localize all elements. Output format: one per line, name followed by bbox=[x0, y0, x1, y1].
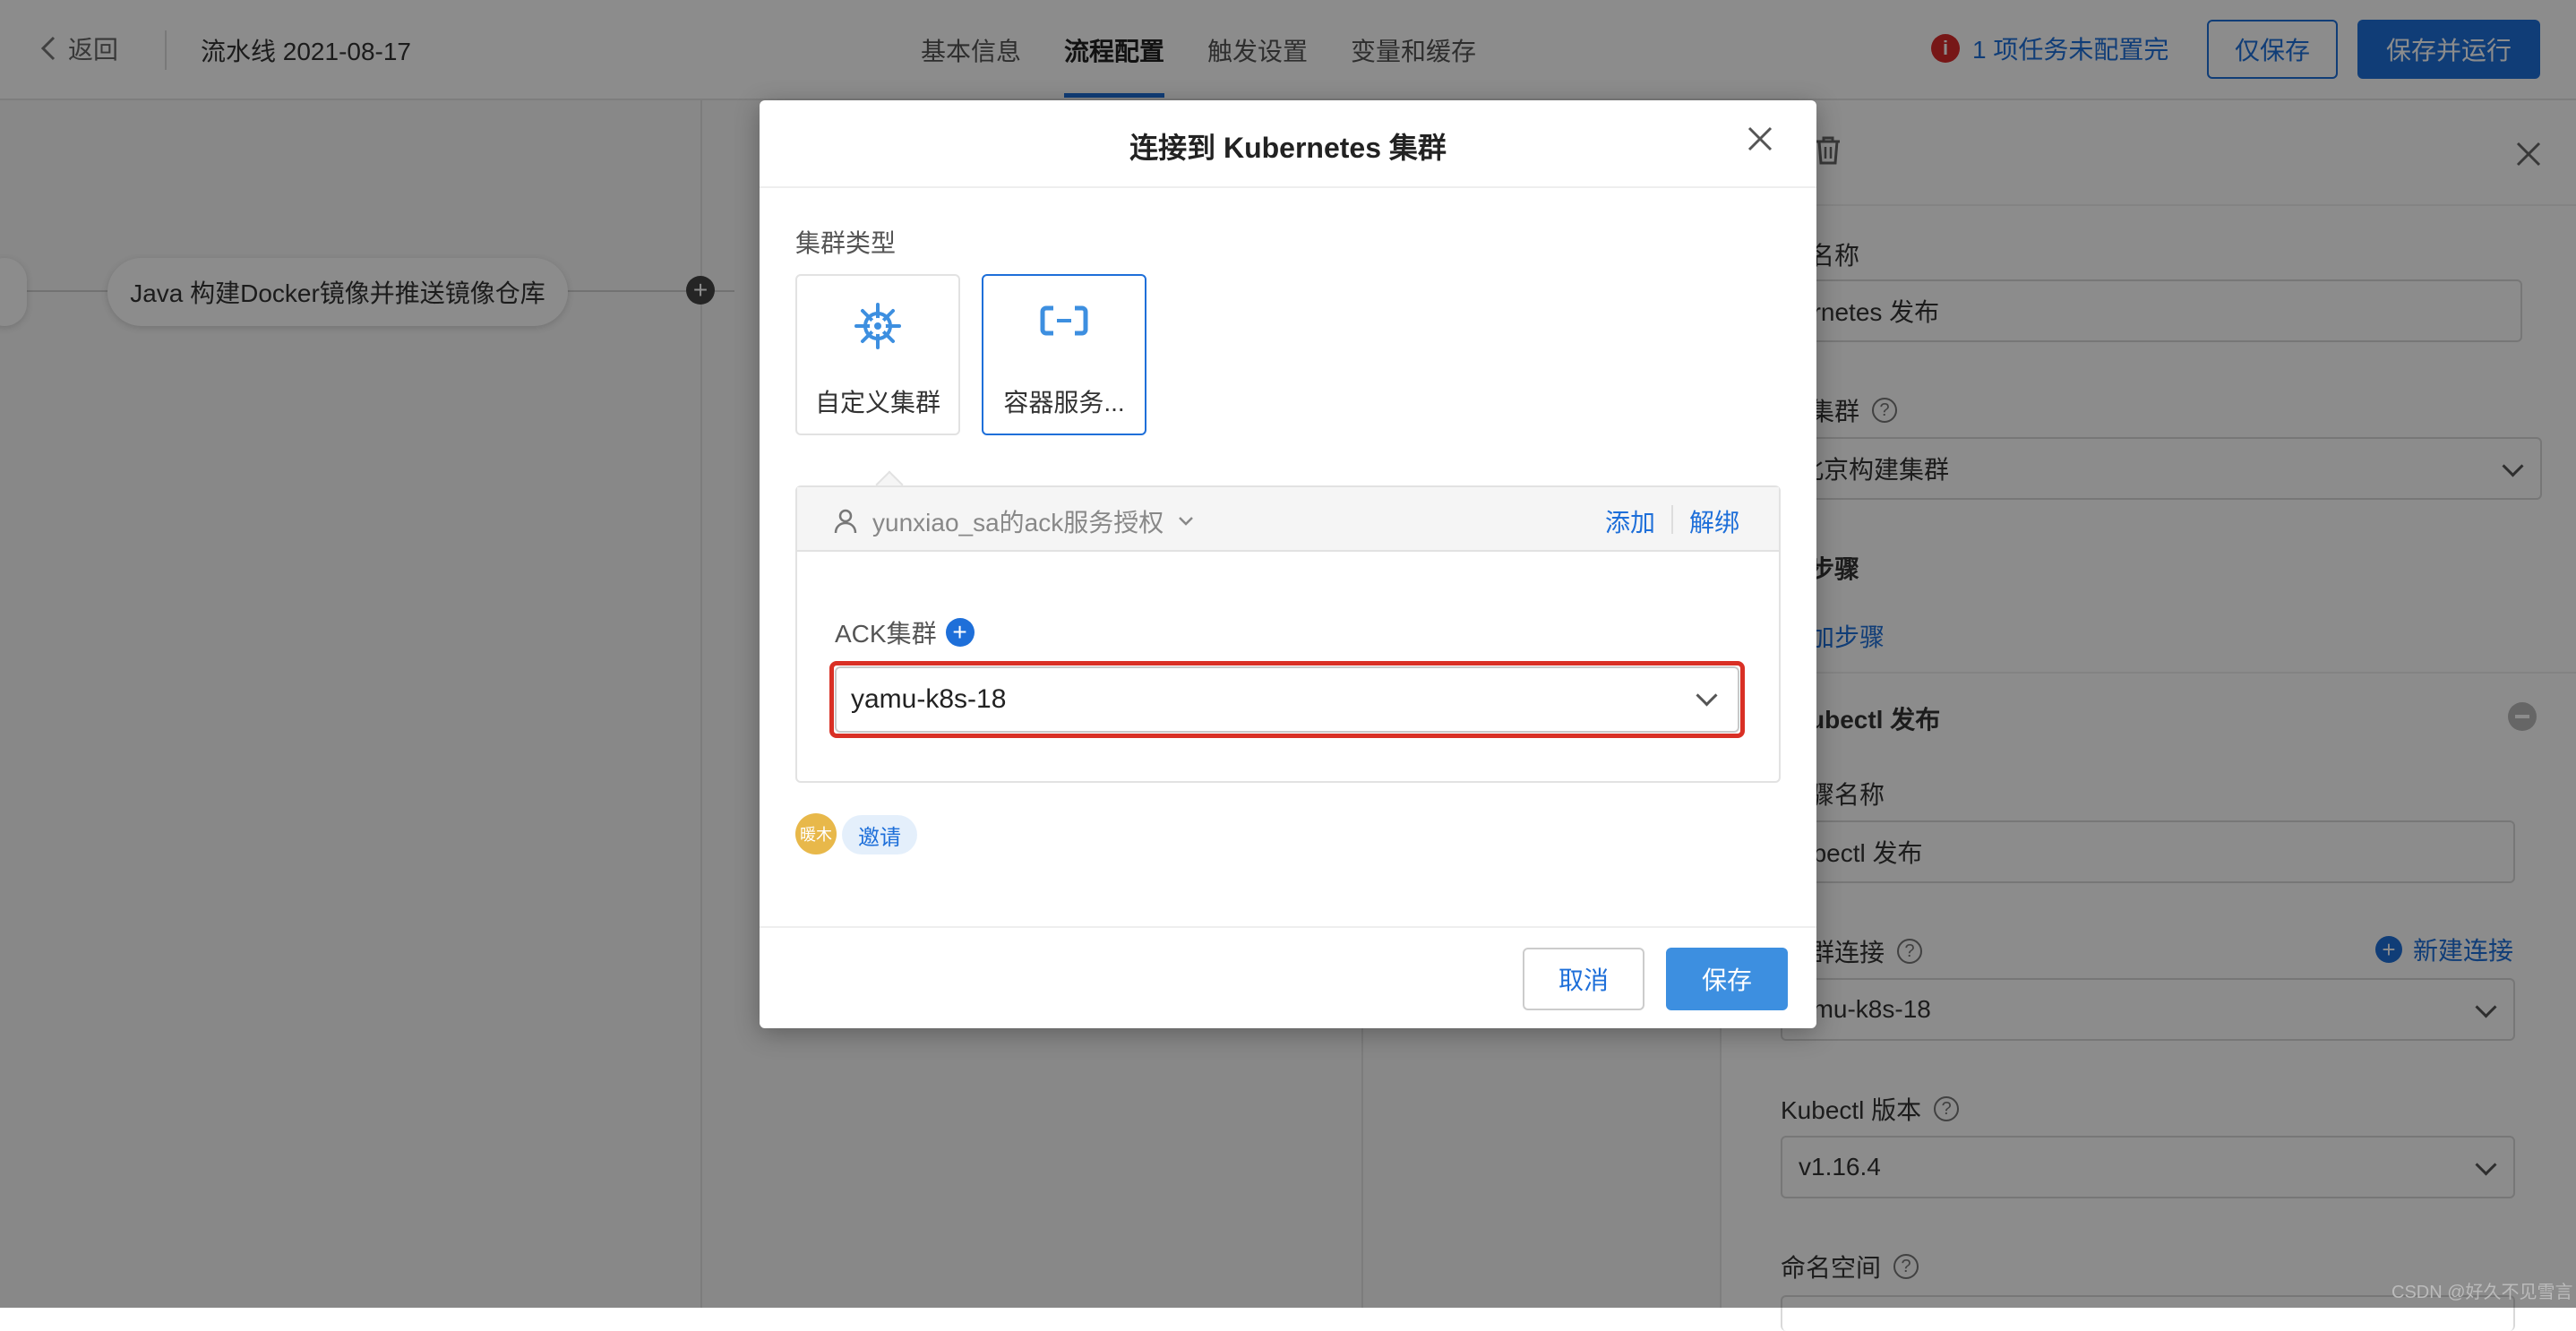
divider bbox=[1671, 505, 1673, 534]
chevron-down-icon bbox=[1179, 517, 1194, 526]
save-button[interactable]: 保存 bbox=[1666, 948, 1788, 1010]
auth-account-name: yunxiao_sa的ack服务授权 bbox=[872, 509, 1164, 537]
container-service-label: 容器服务... bbox=[1003, 389, 1125, 416]
invite-button[interactable]: 邀请 bbox=[842, 815, 917, 854]
avatar: 暖木 bbox=[795, 813, 837, 854]
user-icon bbox=[834, 509, 857, 534]
dialog-title: 连接到 Kubernetes 集群 bbox=[1129, 132, 1447, 164]
custom-cluster-label: 自定义集群 bbox=[814, 389, 940, 416]
cluster-type-label: 集群类型 bbox=[795, 229, 897, 257]
container-service-card[interactable]: 容器服务... bbox=[982, 274, 1146, 435]
add-auth-link[interactable]: 添加 bbox=[1605, 503, 1655, 539]
aliyun-icon bbox=[1040, 305, 1088, 336]
helm-wheel-icon bbox=[854, 303, 901, 349]
add-cluster-icon[interactable]: + bbox=[945, 618, 975, 647]
unbind-auth-link[interactable]: 解绑 bbox=[1689, 503, 1739, 539]
custom-cluster-card[interactable]: 自定义集群 bbox=[795, 274, 960, 435]
auth-header: yunxiao_sa的ack服务授权 添加 解绑 bbox=[797, 487, 1779, 552]
highlight-frame bbox=[829, 661, 1745, 738]
ack-auth-panel: yunxiao_sa的ack服务授权 添加 解绑 ACK集群 + yamu-k8… bbox=[795, 485, 1781, 783]
auth-account-dropdown[interactable]: yunxiao_sa的ack服务授权 bbox=[833, 503, 1194, 539]
connect-k8s-dialog: 连接到 Kubernetes 集群 集群类型 自定义集群 容器服务... yun… bbox=[760, 100, 1816, 1028]
divider bbox=[760, 186, 1816, 188]
divider bbox=[760, 926, 1816, 928]
cancel-button[interactable]: 取消 bbox=[1523, 948, 1644, 1010]
close-icon[interactable] bbox=[1747, 120, 1773, 159]
ack-cluster-label-row: ACK集群 + bbox=[835, 614, 975, 650]
ack-cluster-label: ACK集群 bbox=[835, 620, 937, 648]
watermark: CSDN @好久不见雪言 bbox=[2391, 1283, 2573, 1302]
